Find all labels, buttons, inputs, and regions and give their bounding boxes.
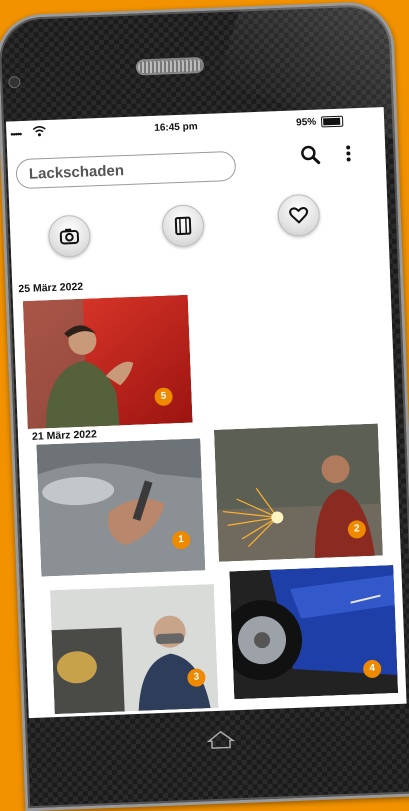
heart-icon: [289, 207, 309, 224]
film-icon: [174, 216, 192, 236]
home-button[interactable]: [205, 728, 236, 751]
battery-percent: 95%: [295, 116, 317, 129]
search-input[interactable]: Lackschaden: [15, 150, 237, 190]
status-bar: ••••• 16:45 pm 95%: [6, 113, 384, 143]
filter-photos-button[interactable]: [47, 214, 92, 259]
magnifier-icon: [301, 145, 321, 165]
photo-thumbs-up-car-image: [22, 294, 193, 429]
front-camera: [8, 76, 21, 89]
app-screen: ••••• 16:45 pm 95% Lackschaden 25 März 2…: [5, 107, 407, 719]
photo-grinding-sparks-image: [213, 423, 383, 562]
photo-scratched-blue-car-image: [229, 565, 399, 700]
photo-thumbnail-3[interactable]: 3: [49, 583, 219, 715]
status-time: 16:45 pm: [154, 121, 198, 134]
wifi-icon: [32, 125, 47, 141]
home-icon: [206, 730, 236, 749]
vertical-dots-icon: [346, 145, 351, 162]
signal-strength: •••••: [10, 129, 22, 140]
battery-icon: [320, 115, 344, 128]
phone-frame: ••••• 16:45 pm 95% Lackschaden 25 März 2…: [0, 0, 409, 811]
filter-videos-button[interactable]: [161, 204, 205, 248]
date-header: 21 März 2022: [31, 428, 98, 443]
photo-repair-headlight-image: [36, 438, 206, 577]
filter-favorites-button[interactable]: [276, 193, 321, 238]
earpiece-speaker: [135, 56, 205, 76]
date-header: 25 März 2022: [18, 280, 84, 296]
camera-icon: [59, 228, 80, 245]
search-button[interactable]: [299, 143, 324, 168]
more-options-button[interactable]: [341, 142, 356, 167]
search-input-value: Lackschaden: [28, 162, 125, 183]
photo-thumbnail-1[interactable]: 1: [36, 438, 206, 577]
photo-thumbnail-4[interactable]: 4: [229, 565, 399, 700]
photo-thumbnail-2[interactable]: 2: [213, 423, 383, 562]
photo-thumbnail-5[interactable]: 5: [22, 294, 193, 429]
photo-spray-painting-image: [49, 583, 219, 715]
